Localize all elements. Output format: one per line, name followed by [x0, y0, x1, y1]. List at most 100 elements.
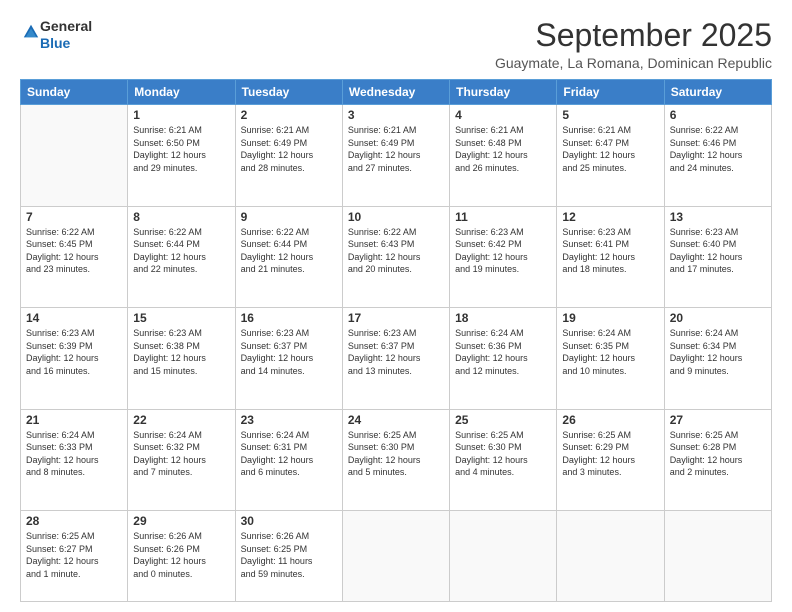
calendar-week-row: 7 Sunrise: 6:22 AMSunset: 6:45 PMDaylight…: [21, 206, 772, 307]
day-number: 17: [348, 311, 444, 325]
cell-info: Sunrise: 6:25 AMSunset: 6:27 PMDaylight:…: [26, 530, 122, 580]
calendar-cell: 17 Sunrise: 6:23 AMSunset: 6:37 PMDayligh…: [342, 308, 449, 409]
day-number: 9: [241, 210, 337, 224]
calendar-cell: 7 Sunrise: 6:22 AMSunset: 6:45 PMDaylight…: [21, 206, 128, 307]
calendar-cell: 27 Sunrise: 6:25 AMSunset: 6:28 PMDayligh…: [664, 409, 771, 510]
calendar-week-row: 21 Sunrise: 6:24 AMSunset: 6:33 PMDayligh…: [21, 409, 772, 510]
cell-info: Sunrise: 6:22 AMSunset: 6:45 PMDaylight:…: [26, 226, 122, 276]
calendar-table: SundayMondayTuesdayWednesdayThursdayFrid…: [20, 79, 772, 602]
weekday-header: Monday: [128, 80, 235, 105]
day-number: 14: [26, 311, 122, 325]
day-number: 15: [133, 311, 229, 325]
header: General Blue September 2025 Guaymate, La…: [20, 18, 772, 71]
month-title: September 2025: [495, 18, 772, 53]
cell-info: Sunrise: 6:21 AMSunset: 6:48 PMDaylight:…: [455, 124, 551, 174]
cell-info: Sunrise: 6:22 AMSunset: 6:44 PMDaylight:…: [241, 226, 337, 276]
cell-info: Sunrise: 6:23 AMSunset: 6:40 PMDaylight:…: [670, 226, 766, 276]
page: General Blue September 2025 Guaymate, La…: [0, 0, 792, 612]
location: Guaymate, La Romana, Dominican Republic: [495, 55, 772, 71]
cell-info: Sunrise: 6:23 AMSunset: 6:37 PMDaylight:…: [348, 327, 444, 377]
calendar-header-row: SundayMondayTuesdayWednesdayThursdayFrid…: [21, 80, 772, 105]
logo-general-text: General: [40, 18, 92, 34]
calendar-cell: 26Sunrise: 6:25 AMSunset: 6:29 PMDayligh…: [557, 409, 664, 510]
calendar-cell: 24 Sunrise: 6:25 AMSunset: 6:30 PMDayligh…: [342, 409, 449, 510]
cell-info: Sunrise: 6:25 AMSunset: 6:30 PMDaylight:…: [348, 429, 444, 479]
day-number: 21: [26, 413, 122, 427]
day-number: 1: [133, 108, 229, 122]
day-number: 22: [133, 413, 229, 427]
cell-info: Sunrise: 6:24 AMSunset: 6:36 PMDaylight:…: [455, 327, 551, 377]
calendar-cell: 1 Sunrise: 6:21 AMSunset: 6:50 PMDaylight…: [128, 105, 235, 206]
calendar-cell: 9 Sunrise: 6:22 AMSunset: 6:44 PMDaylight…: [235, 206, 342, 307]
day-number: 7: [26, 210, 122, 224]
calendar-cell: 18 Sunrise: 6:24 AMSunset: 6:36 PMDayligh…: [450, 308, 557, 409]
calendar-cell: [21, 105, 128, 206]
calendar-cell: [664, 511, 771, 602]
cell-info: Sunrise: 6:23 AMSunset: 6:39 PMDaylight:…: [26, 327, 122, 377]
calendar-cell: 19 Sunrise: 6:24 AMSunset: 6:35 PMDayligh…: [557, 308, 664, 409]
day-number: 18: [455, 311, 551, 325]
calendar-cell: [342, 511, 449, 602]
day-number: 20: [670, 311, 766, 325]
calendar-week-row: 28 Sunrise: 6:25 AMSunset: 6:27 PMDayligh…: [21, 511, 772, 602]
calendar-cell: 16 Sunrise: 6:23 AMSunset: 6:37 PMDayligh…: [235, 308, 342, 409]
calendar-week-row: 1 Sunrise: 6:21 AMSunset: 6:50 PMDaylight…: [21, 105, 772, 206]
cell-info: Sunrise: 6:25 AMSunset: 6:28 PMDaylight:…: [670, 429, 766, 479]
day-number: 28: [26, 514, 122, 528]
day-number: 4: [455, 108, 551, 122]
weekday-header: Friday: [557, 80, 664, 105]
cell-info: Sunrise: 6:23 AMSunset: 6:37 PMDaylight:…: [241, 327, 337, 377]
calendar-cell: 22 Sunrise: 6:24 AMSunset: 6:32 PMDayligh…: [128, 409, 235, 510]
title-block: September 2025 Guaymate, La Romana, Domi…: [495, 18, 772, 71]
calendar-cell: 4 Sunrise: 6:21 AMSunset: 6:48 PMDaylight…: [450, 105, 557, 206]
calendar-cell: 21 Sunrise: 6:24 AMSunset: 6:33 PMDayligh…: [21, 409, 128, 510]
cell-info: Sunrise: 6:22 AMSunset: 6:44 PMDaylight:…: [133, 226, 229, 276]
day-number: 13: [670, 210, 766, 224]
calendar-cell: 2Sunrise: 6:21 AMSunset: 6:49 PMDaylight…: [235, 105, 342, 206]
logo-blue-text: Blue: [40, 35, 70, 51]
weekday-header: Thursday: [450, 80, 557, 105]
weekday-header: Tuesday: [235, 80, 342, 105]
cell-info: Sunrise: 6:21 AMSunset: 6:50 PMDaylight:…: [133, 124, 229, 174]
day-number: 19: [562, 311, 658, 325]
cell-info: Sunrise: 6:24 AMSunset: 6:31 PMDaylight:…: [241, 429, 337, 479]
logo: General Blue: [20, 18, 92, 52]
cell-info: Sunrise: 6:23 AMSunset: 6:38 PMDaylight:…: [133, 327, 229, 377]
cell-info: Sunrise: 6:22 AMSunset: 6:46 PMDaylight:…: [670, 124, 766, 174]
calendar-cell: 3 Sunrise: 6:21 AMSunset: 6:49 PMDaylight…: [342, 105, 449, 206]
day-number: 23: [241, 413, 337, 427]
calendar-cell: [557, 511, 664, 602]
cell-info: Sunrise: 6:24 AMSunset: 6:34 PMDaylight:…: [670, 327, 766, 377]
cell-info: Sunrise: 6:24 AMSunset: 6:33 PMDaylight:…: [26, 429, 122, 479]
day-number: 5: [562, 108, 658, 122]
day-number: 24: [348, 413, 444, 427]
calendar-cell: 14 Sunrise: 6:23 AMSunset: 6:39 PMDayligh…: [21, 308, 128, 409]
day-number: 16: [241, 311, 337, 325]
day-number: 11: [455, 210, 551, 224]
cell-info: Sunrise: 6:26 AMSunset: 6:26 PMDaylight:…: [133, 530, 229, 580]
cell-info: Sunrise: 6:26 AMSunset: 6:25 PMDaylight:…: [241, 530, 337, 580]
calendar-cell: 23 Sunrise: 6:24 AMSunset: 6:31 PMDayligh…: [235, 409, 342, 510]
calendar-cell: 11 Sunrise: 6:23 AMSunset: 6:42 PMDayligh…: [450, 206, 557, 307]
calendar-cell: 10Sunrise: 6:22 AMSunset: 6:43 PMDayligh…: [342, 206, 449, 307]
calendar-cell: 29 Sunrise: 6:26 AMSunset: 6:26 PMDayligh…: [128, 511, 235, 602]
calendar-cell: 5Sunrise: 6:21 AMSunset: 6:47 PMDaylight…: [557, 105, 664, 206]
day-number: 27: [670, 413, 766, 427]
cell-info: Sunrise: 6:25 AMSunset: 6:30 PMDaylight:…: [455, 429, 551, 479]
weekday-header: Sunday: [21, 80, 128, 105]
weekday-header: Wednesday: [342, 80, 449, 105]
day-number: 29: [133, 514, 229, 528]
calendar-cell: 15 Sunrise: 6:23 AMSunset: 6:38 PMDayligh…: [128, 308, 235, 409]
weekday-header: Saturday: [664, 80, 771, 105]
day-number: 2: [241, 108, 337, 122]
day-number: 10: [348, 210, 444, 224]
cell-info: Sunrise: 6:25 AMSunset: 6:29 PMDaylight:…: [562, 429, 658, 479]
cell-info: Sunrise: 6:24 AMSunset: 6:32 PMDaylight:…: [133, 429, 229, 479]
day-number: 3: [348, 108, 444, 122]
cell-info: Sunrise: 6:21 AMSunset: 6:49 PMDaylight:…: [348, 124, 444, 174]
calendar-cell: 30Sunrise: 6:26 AMSunset: 6:25 PMDayligh…: [235, 511, 342, 602]
day-number: 6: [670, 108, 766, 122]
cell-info: Sunrise: 6:24 AMSunset: 6:35 PMDaylight:…: [562, 327, 658, 377]
cell-info: Sunrise: 6:23 AMSunset: 6:42 PMDaylight:…: [455, 226, 551, 276]
calendar-week-row: 14 Sunrise: 6:23 AMSunset: 6:39 PMDayligh…: [21, 308, 772, 409]
